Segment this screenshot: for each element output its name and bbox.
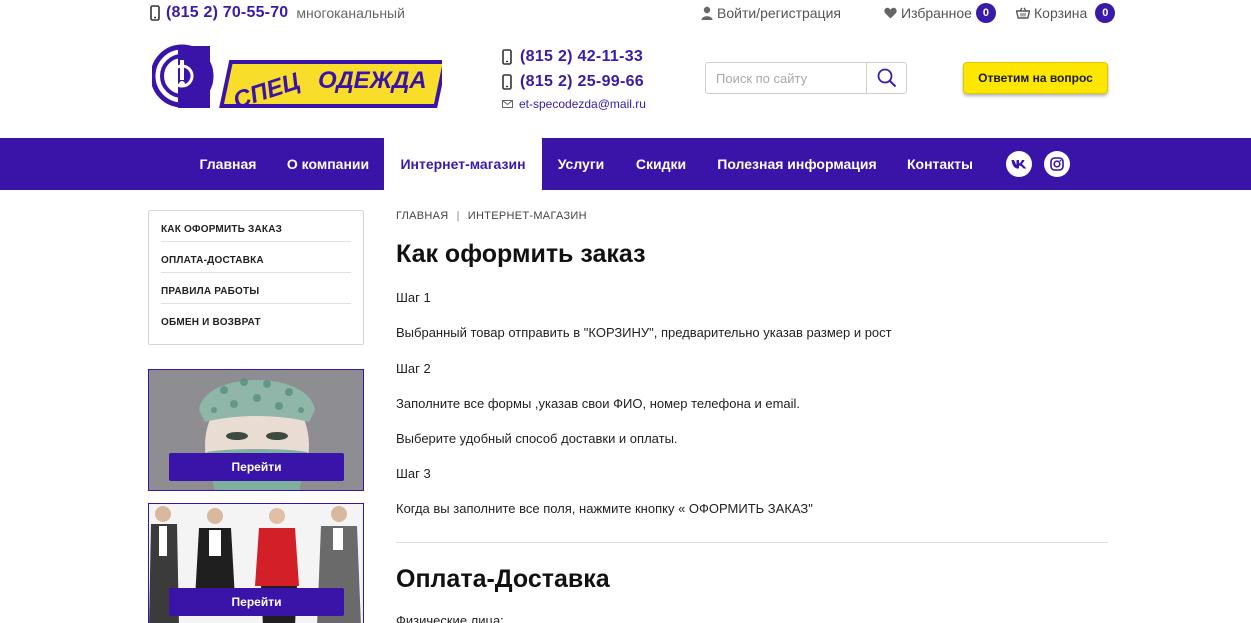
contact-phone-1[interactable]: (815 2) 42-11-33 [502,44,646,69]
search-button[interactable] [866,63,906,93]
header-contacts: (815 2) 42-11-33 (815 2) 25-99-66 et-spe… [502,44,646,114]
nav-item-services[interactable]: Услуги [546,138,616,190]
contact-email[interactable]: et-specodezda@mail.ru [502,94,646,114]
cart-link[interactable]: Корзина 0 [1016,3,1116,23]
login-label[interactable]: Войти/регистрация [717,5,841,21]
cart-count-badge: 0 [1095,3,1116,23]
favorites-label[interactable]: Избранное [901,5,972,21]
top-phone[interactable]: (815 2) 70-55-70 многоканальный [150,4,405,22]
contact-phone-2-number[interactable]: (815 2) 25-99-66 [520,73,644,91]
step-1-heading: Шаг 1 [396,290,431,305]
section-payment-delivery-title: Оплата-Доставка [396,565,610,593]
sidebar-item-rules[interactable]: ПРАВИЛА РАБОТЫ [161,273,351,304]
step-1-text: Выбранный товар отправить в "КОРЗИНУ", п… [396,325,892,340]
top-bar: (815 2) 70-55-70 многоканальный Войти/ре… [0,0,1251,26]
basket-icon [1016,7,1030,19]
breadcrumb-separator: | [456,210,460,222]
site-search [705,62,907,94]
heart-icon [884,7,897,19]
nav-item-about[interactable]: О компании [273,138,383,190]
nav-item-discounts[interactable]: Скидки [624,138,698,190]
contact-phone-1-number[interactable]: (815 2) 42-11-33 [520,48,643,66]
section-divider [396,542,1108,543]
nav-item-useful-info[interactable]: Полезная информация [706,138,888,190]
sidebar-item-exchange-return[interactable]: ОБМЕН И ВОЗВРАТ [161,304,351,335]
cart-label[interactable]: Корзина [1034,5,1087,21]
search-icon [877,68,897,88]
nav-item-contacts[interactable]: Контакты [896,138,984,190]
main-nav: Главная О компании Интернет-магазин Услу… [0,138,1251,190]
promo-banner-medical[interactable]: Перейти [148,369,364,491]
step-2-text-delivery: Выберите удобный способ доставки и оплат… [396,431,678,446]
user-icon [701,6,713,20]
step-3-heading: Шаг 3 [396,466,431,481]
ask-question-button[interactable]: Ответим на вопрос [963,62,1108,94]
instagram-icon [1050,157,1064,171]
breadcrumb: ГЛАВНАЯ | ИНТЕРНЕТ-МАГАЗИН [396,210,587,222]
nav-item-shop[interactable]: Интернет-магазин [384,138,542,190]
envelope-icon [502,100,513,108]
promo-office-go-button[interactable]: Перейти [169,588,344,616]
page-title: Как оформить заказ [396,240,646,268]
contact-email-address[interactable]: et-specodezda@mail.ru [519,97,646,111]
top-phone-note: многоканальный [296,5,405,21]
vk-link[interactable] [1006,151,1032,177]
search-input[interactable] [706,63,866,93]
vk-icon [1011,159,1027,169]
section-payment-first-line: Физические лица: [396,613,504,623]
favorites-link[interactable]: Избранное 0 [884,3,996,23]
mobile-phone-icon [502,73,512,90]
promo-medical-go-button[interactable]: Перейти [169,453,344,481]
instagram-link[interactable] [1044,151,1070,177]
sidebar-menu: КАК ОФОРМИТЬ ЗАКАЗ ОПЛАТА-ДОСТАВКА ПРАВИ… [148,210,364,345]
login-link[interactable]: Войти/регистрация [701,5,841,21]
breadcrumb-home[interactable]: ГЛАВНАЯ [396,210,449,222]
top-phone-number[interactable]: (815 2) 70-55-70 [166,4,288,22]
contact-phone-2[interactable]: (815 2) 25-99-66 [502,69,646,94]
logo-text-line2: ОДЕЖДА [318,67,427,94]
nav-item-home[interactable]: Главная [187,138,269,190]
step-3-text: Когда вы заполните все поля, нажмите кно… [396,501,813,516]
site-logo[interactable]: СПЕЦ ОДЕЖДА [150,38,448,114]
step-2-heading: Шаг 2 [396,361,431,376]
mobile-phone-icon [150,5,160,21]
breadcrumb-current: ИНТЕРНЕТ-МАГАЗИН [467,210,587,222]
favorites-count-badge: 0 [975,3,996,23]
sidebar-item-how-to-order[interactable]: КАК ОФОРМИТЬ ЗАКАЗ [161,211,351,242]
sidebar-item-payment-delivery[interactable]: ОПЛАТА-ДОСТАВКА [161,242,351,273]
step-2-text: Заполните все формы ,указав свои ФИО, но… [396,396,801,411]
mobile-phone-icon [502,48,512,65]
promo-banner-office[interactable]: Перейти [148,503,364,623]
